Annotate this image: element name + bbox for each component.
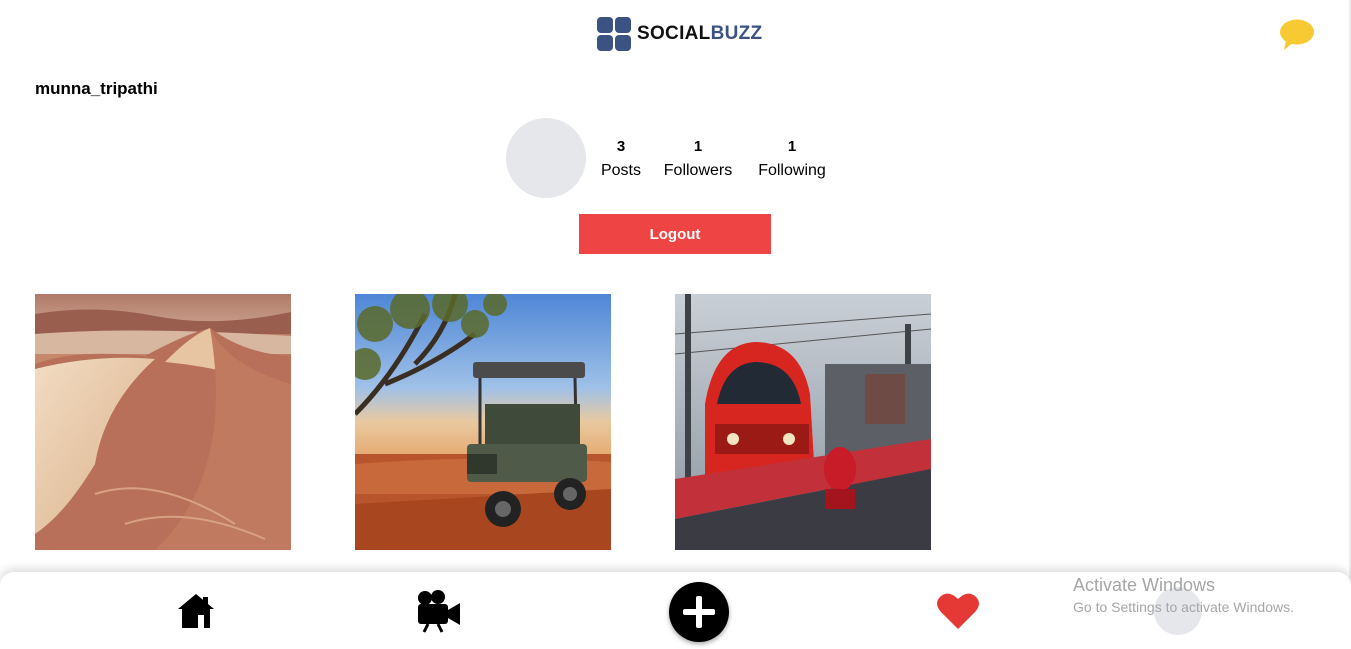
stat-following[interactable]: 1 Following — [753, 137, 831, 185]
post-thumbnail-desert-dunes[interactable] — [35, 294, 291, 550]
post-thumbnail-red-train[interactable] — [675, 294, 931, 550]
add-icon — [683, 596, 715, 628]
heart-icon[interactable] — [936, 591, 980, 631]
stat-followers[interactable]: 1 Followers — [660, 137, 736, 185]
video-camera-icon[interactable] — [416, 589, 462, 633]
logout-button[interactable]: Logout — [579, 214, 771, 254]
logo-text-accent: BUZZ — [710, 23, 763, 44]
app-logo[interactable]: SOCIALBUZZ — [597, 17, 762, 51]
following-label: Following — [758, 162, 826, 179]
top-header: SOCIALBUZZ — [0, 0, 1351, 70]
following-count: 1 — [787, 138, 797, 155]
profile-username: munna_tripathi — [35, 79, 158, 98]
followers-label: Followers — [663, 162, 733, 179]
logo-text: SOCIALBUZZ — [637, 23, 762, 45]
chat-bubble-icon[interactable] — [1278, 17, 1316, 53]
profile-avatar-nav[interactable] — [1154, 587, 1202, 635]
logo-text-primary: SOCIAL — [637, 23, 711, 44]
bottom-navigation — [0, 572, 1351, 649]
posts-count: 3 — [616, 138, 626, 155]
stat-posts: 3 Posts — [597, 137, 645, 185]
add-post-button[interactable] — [669, 582, 729, 642]
profile-avatar[interactable] — [506, 118, 586, 198]
grid-icon — [597, 17, 631, 51]
posts-label: Posts — [600, 162, 641, 179]
post-thumbnail-safari-jeep[interactable] — [355, 294, 611, 550]
followers-count: 1 — [693, 138, 703, 155]
home-icon[interactable] — [176, 591, 216, 631]
